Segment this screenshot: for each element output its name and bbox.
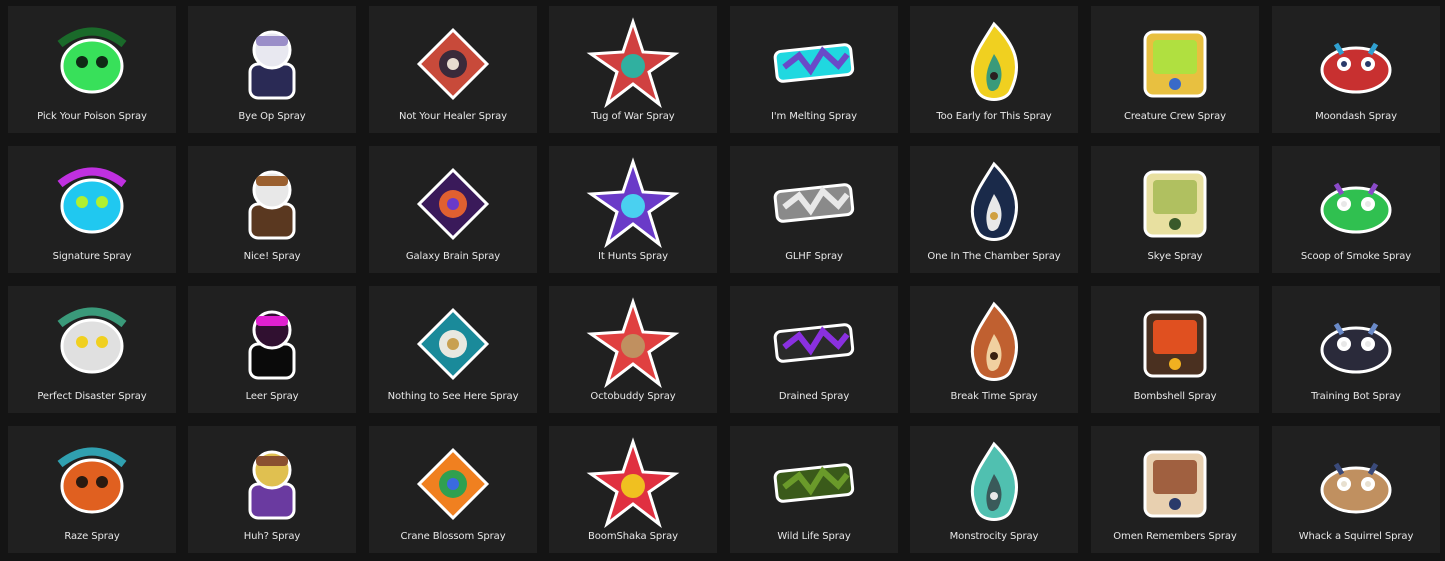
spray-card[interactable]: Wild Life Spray [730, 426, 898, 553]
whack-squirrel-icon [1272, 434, 1440, 530]
spray-card[interactable]: Octobuddy Spray [549, 286, 717, 413]
creature-crew-icon [1091, 14, 1259, 110]
crane-blossom-icon [369, 434, 537, 530]
spray-card[interactable]: Moondash Spray [1272, 6, 1440, 133]
spray-card[interactable]: Too Early for This Spray [910, 6, 1078, 133]
spray-name: It Hunts Spray [597, 251, 668, 262]
spray-name: Perfect Disaster Spray [37, 391, 147, 402]
spray-card[interactable]: Leer Spray [188, 286, 356, 413]
spray-card[interactable]: BoomShaka Spray [549, 426, 717, 553]
spray-card[interactable]: Break Time Spray [910, 286, 1078, 413]
moondash-icon [1272, 14, 1440, 110]
spray-card[interactable]: Bye Op Spray [188, 6, 356, 133]
spray-card[interactable]: Skye Spray [1091, 146, 1259, 273]
spray-name: Creature Crew Spray [1124, 111, 1226, 122]
spray-name: Monstrocity Spray [949, 531, 1039, 542]
spray-name: Bombshell Spray [1133, 391, 1217, 402]
spray-name: Wild Life Spray [777, 531, 851, 542]
spray-name: Not Your Healer Spray [399, 111, 507, 122]
spray-name: BoomShaka Spray [588, 531, 678, 542]
spray-card[interactable]: Scoop of Smoke Spray [1272, 146, 1440, 273]
skye-icon [1091, 154, 1259, 250]
spray-card[interactable]: Monstrocity Spray [910, 426, 1078, 553]
too-early-icon [910, 14, 1078, 110]
spray-name: Scoop of Smoke Spray [1300, 251, 1412, 262]
spray-name: Tug of War Spray [591, 111, 675, 122]
spray-card[interactable]: Drained Spray [730, 286, 898, 413]
leer-icon [188, 294, 356, 390]
nothing-to-see-icon [369, 294, 537, 390]
spray-card[interactable]: Perfect Disaster Spray [8, 286, 176, 413]
bombshell-icon [1091, 294, 1259, 390]
spray-name: Nothing to See Here Spray [387, 391, 519, 402]
nice-icon [188, 154, 356, 250]
tug-of-war-icon [549, 14, 717, 110]
poison-icon [8, 14, 176, 110]
healer-icon [369, 14, 537, 110]
chamber-icon [910, 154, 1078, 250]
spray-name: Nice! Spray [243, 251, 301, 262]
spray-name: Break Time Spray [950, 391, 1038, 402]
spray-card[interactable]: One In The Chamber Spray [910, 146, 1078, 273]
spray-name: Leer Spray [245, 391, 299, 402]
perfect-disaster-icon [8, 294, 176, 390]
spray-card[interactable]: Signature Spray [8, 146, 176, 273]
spray-card[interactable]: Whack a Squirrel Spray [1272, 426, 1440, 553]
galaxy-brain-icon [369, 154, 537, 250]
spray-card[interactable]: It Hunts Spray [549, 146, 717, 273]
spray-card[interactable]: Huh? Spray [188, 426, 356, 553]
spray-card[interactable]: Galaxy Brain Spray [369, 146, 537, 273]
spray-card[interactable]: GLHF Spray [730, 146, 898, 273]
signature-icon [8, 154, 176, 250]
spray-name: GLHF Spray [785, 251, 843, 262]
break-time-icon [910, 294, 1078, 390]
spray-card[interactable]: Pick Your Poison Spray [8, 6, 176, 133]
spray-name: Drained Spray [778, 391, 850, 402]
boomshaka-icon [549, 434, 717, 530]
spray-name: Raze Spray [64, 531, 120, 542]
spray-card[interactable]: Tug of War Spray [549, 6, 717, 133]
bye-op-icon [188, 14, 356, 110]
it-hunts-icon [549, 154, 717, 250]
spray-name: Crane Blossom Spray [400, 531, 506, 542]
wild-life-icon [730, 434, 898, 530]
spray-card[interactable]: I'm Melting Spray [730, 6, 898, 133]
spray-name: Omen Remembers Spray [1113, 531, 1237, 542]
spray-name: Galaxy Brain Spray [405, 251, 501, 262]
drained-icon [730, 294, 898, 390]
spray-name: Too Early for This Spray [936, 111, 1052, 122]
octobuddy-icon [549, 294, 717, 390]
spray-name: Octobuddy Spray [590, 391, 676, 402]
spray-name: Skye Spray [1147, 251, 1203, 262]
spray-card[interactable]: Nothing to See Here Spray [369, 286, 537, 413]
spray-name: Training Bot Spray [1311, 391, 1401, 402]
huh-icon [188, 434, 356, 530]
spray-name: I'm Melting Spray [771, 111, 857, 122]
glhf-icon [730, 154, 898, 250]
raze-icon [8, 434, 176, 530]
spray-card[interactable]: Creature Crew Spray [1091, 6, 1259, 133]
scoop-icon [1272, 154, 1440, 250]
spray-card[interactable]: Nice! Spray [188, 146, 356, 273]
spray-name: Moondash Spray [1315, 111, 1397, 122]
spray-card[interactable]: Not Your Healer Spray [369, 6, 537, 133]
spray-name: Whack a Squirrel Spray [1298, 531, 1414, 542]
omen-remembers-icon [1091, 434, 1259, 530]
spray-name: Bye Op Spray [238, 111, 306, 122]
spray-name: One In The Chamber Spray [927, 251, 1061, 262]
training-bot-icon [1272, 294, 1440, 390]
spray-card[interactable]: Training Bot Spray [1272, 286, 1440, 413]
monstrocity-icon [910, 434, 1078, 530]
spray-name: Huh? Spray [243, 531, 301, 542]
spray-card[interactable]: Crane Blossom Spray [369, 426, 537, 553]
spray-grid: Pick Your Poison Spray Bye Op Spray Not … [0, 0, 1445, 561]
spray-name: Signature Spray [52, 251, 132, 262]
spray-card[interactable]: Raze Spray [8, 426, 176, 553]
melting-icon [730, 14, 898, 110]
spray-name: Pick Your Poison Spray [37, 111, 147, 122]
spray-card[interactable]: Bombshell Spray [1091, 286, 1259, 413]
spray-card[interactable]: Omen Remembers Spray [1091, 426, 1259, 553]
